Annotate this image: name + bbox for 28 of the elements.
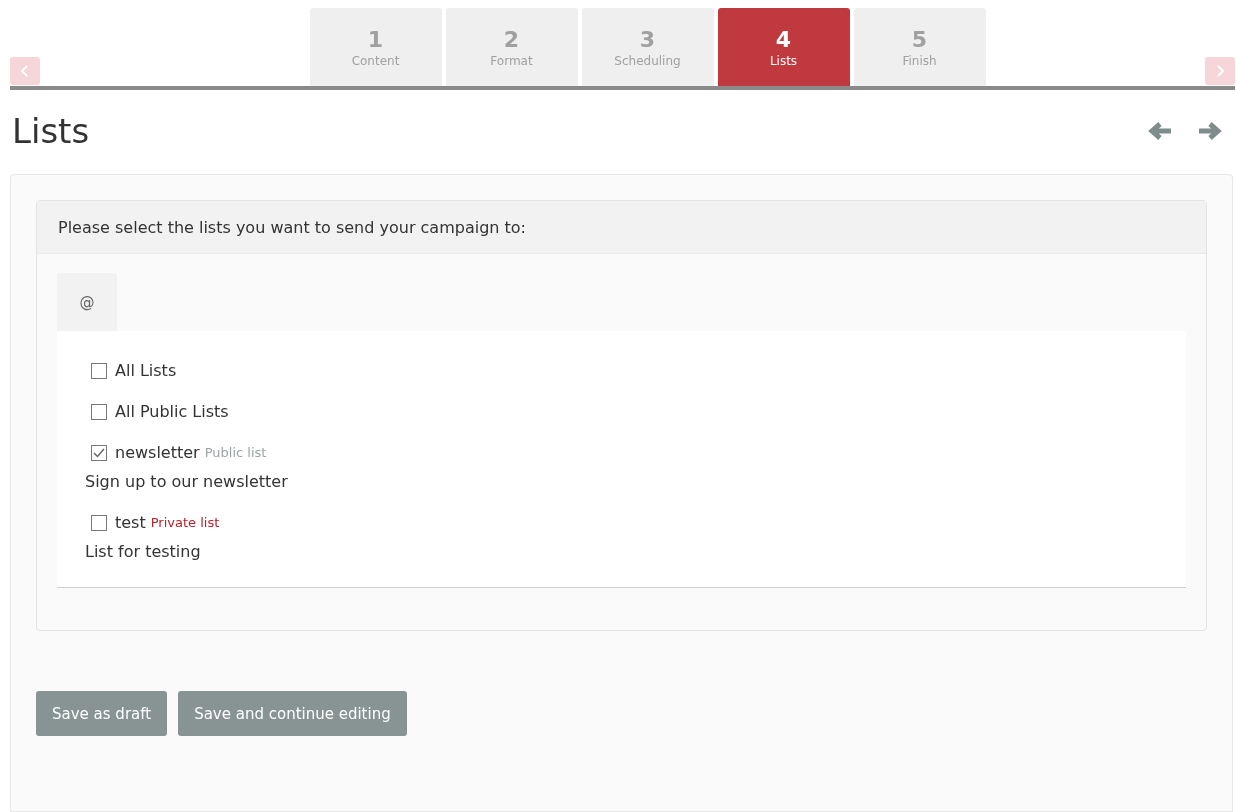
list-description: List for testing — [85, 542, 202, 561]
save-button[interactable]: Save as draft — [36, 691, 168, 736]
card-heading: Please select the lists you want to send your campaign to: — [37, 201, 1206, 254]
list-name: newsletter — [115, 443, 200, 462]
checkbox[interactable] — [91, 403, 107, 420]
checkbox[interactable] — [91, 444, 107, 461]
forward-button[interactable] — [1198, 121, 1222, 141]
back-button[interactable] — [1148, 121, 1172, 141]
checkbox-label: All Public Lists — [115, 402, 229, 421]
checkbox-label: All Lists — [115, 361, 177, 380]
step-tab[interactable]: 5 Finish — [853, 8, 986, 86]
step-tab[interactable]: 3 Scheduling — [581, 8, 714, 86]
chevron-right-icon — [1215, 65, 1225, 77]
visibility-tag: Private list — [150, 515, 220, 530]
step-tab[interactable]: 4 Lists — [717, 8, 850, 86]
arrow-left-icon — [1148, 121, 1172, 141]
checkbox[interactable] — [91, 514, 107, 531]
visibility-tag: Public list — [204, 445, 267, 460]
tab[interactable]: @ — [57, 273, 117, 331]
page-title: Lists — [12, 111, 90, 151]
chevron-left-icon — [20, 65, 30, 77]
step-tab[interactable]: 1 Content — [309, 8, 442, 86]
list-description: Sign up to our newsletter — [85, 472, 289, 491]
save-button[interactable]: Save and continue editing — [178, 691, 407, 736]
arrow-right-icon — [1198, 121, 1222, 141]
list-name: test — [115, 513, 146, 532]
step-tab[interactable]: 2 Format — [445, 8, 578, 86]
checkbox[interactable] — [91, 362, 107, 379]
